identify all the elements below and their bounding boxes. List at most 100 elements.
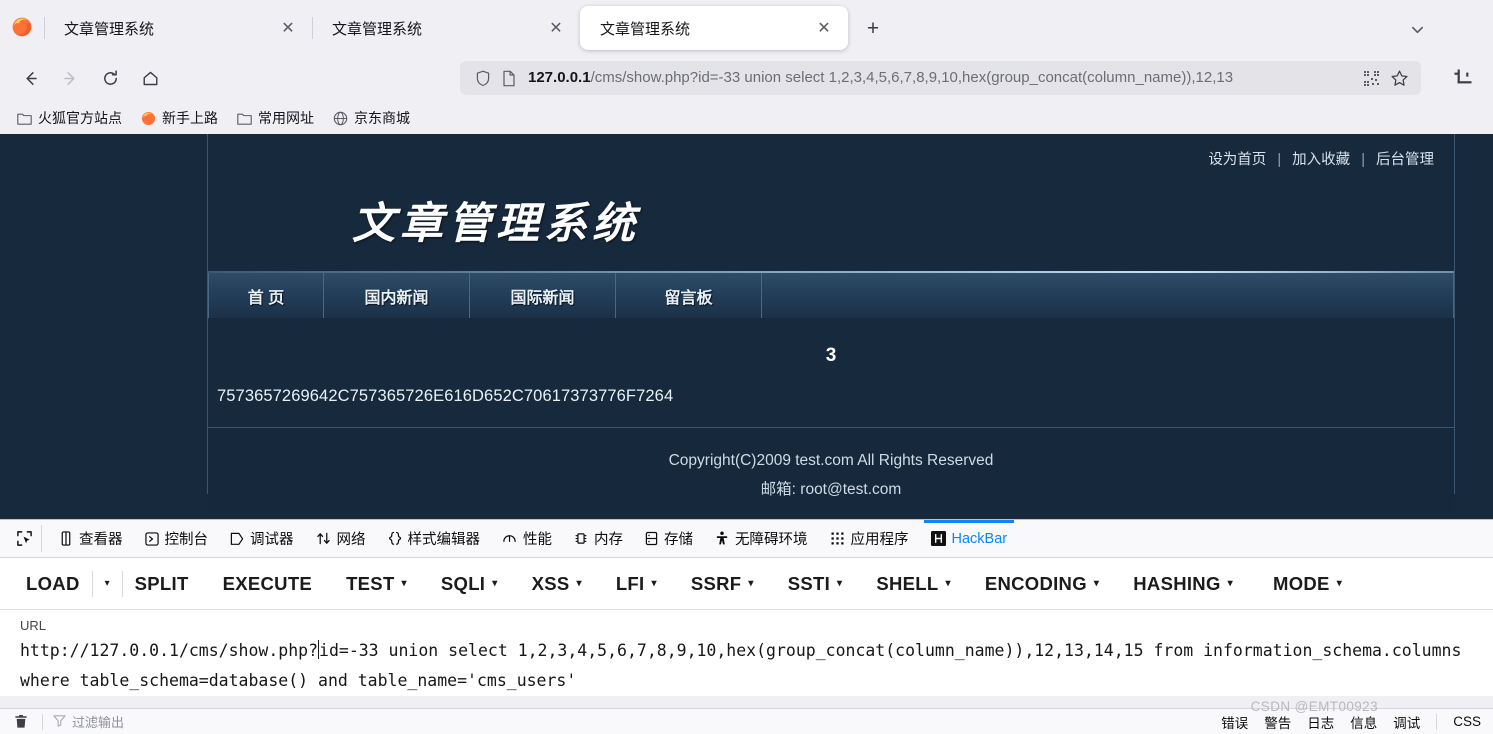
element-picker-icon[interactable]: [8, 525, 42, 552]
hackbar-split-button[interactable]: SPLIT: [135, 573, 189, 595]
style-editor-icon: [388, 531, 402, 546]
bookmark-label: 常用网址: [258, 110, 314, 126]
toolbar-divider: [121, 570, 123, 597]
injection-result-hex: 7573657269642C757365726E616D652C70617373…: [217, 387, 674, 405]
tab-title: 文章管理系统: [332, 20, 423, 38]
hackbar-shell-menu[interactable]: SHELL ▾: [876, 573, 950, 595]
menu-item-message-board[interactable]: 留言板: [616, 273, 762, 318]
bookmark-item[interactable]: 火狐官方站点: [8, 105, 130, 131]
devtools-panel: 查看器 控制台 调试器 网络 样式编辑器 性能 内存 存储 无障碍环境 应用程序…: [0, 519, 1493, 696]
devtools-tab-accessibility[interactable]: 无障碍环境: [704, 520, 819, 557]
url-bar[interactable]: 127.0.0.1/cms/show.php?id=-33 union sele…: [460, 61, 1421, 95]
hackbar-ssti-menu[interactable]: SSTI ▾: [788, 573, 843, 595]
url-field-label: URL: [20, 618, 47, 633]
hackbar-sqli-menu[interactable]: SQLI ▾: [441, 573, 498, 595]
reload-button[interactable]: [93, 61, 127, 95]
link-divider: |: [1277, 152, 1282, 168]
trash-icon[interactable]: [10, 714, 32, 729]
devtools-tab-console[interactable]: 控制台: [134, 520, 220, 557]
menu-item-international-news[interactable]: 国际新闻: [470, 273, 616, 318]
url-text[interactable]: 127.0.0.1/cms/show.php?id=-33 union sele…: [528, 61, 1357, 95]
storage-icon: [645, 531, 658, 546]
menu-item-domestic-news[interactable]: 国内新闻: [324, 273, 470, 318]
devtools-tab-bar: 查看器 控制台 调试器 网络 样式编辑器 性能 内存 存储 无障碍环境 应用程序…: [0, 520, 1493, 558]
devtools-tab-storage[interactable]: 存储: [634, 520, 704, 557]
chevron-down-icon: ▾: [1093, 578, 1100, 589]
firefox-icon: [140, 110, 156, 126]
chevron-down-icon: ▾: [945, 578, 951, 589]
console-filter-debug[interactable]: 调试: [1393, 712, 1420, 732]
tab-bar: 文章管理系统 ✕ 文章管理系统 ✕ 文章管理系统 ✕ +: [0, 0, 1493, 54]
set-homepage-link[interactable]: 设为首页: [1208, 152, 1266, 168]
shield-icon[interactable]: [472, 67, 494, 89]
browser-tab-active[interactable]: 文章管理系统 ✕: [580, 6, 848, 50]
hackbar-panel: LOAD ▾ SPLIT EXECUTE TEST ▾ SQLI ▾ XSS ▾: [0, 558, 1493, 696]
devtools-tab-label: 内存: [594, 532, 623, 548]
page-viewport: 设为首页 | 加入收藏 | 后台管理 文章管理系统 首 页 国内新闻 国际新闻 …: [0, 134, 1493, 519]
qr-code-icon[interactable]: [1357, 64, 1385, 92]
menu-item-home[interactable]: 首 页: [208, 273, 324, 318]
hackbar-icon: [930, 531, 946, 546]
devtools-tab-inspector[interactable]: 查看器: [48, 520, 134, 557]
devtools-tab-label: 无障碍环境: [735, 532, 808, 548]
bookmark-label: 火狐官方站点: [38, 110, 122, 126]
devtools-tab-hackbar[interactable]: HackBar: [920, 520, 1019, 557]
browser-tab[interactable]: 文章管理系统 ✕: [312, 6, 580, 50]
close-icon[interactable]: ✕: [810, 14, 838, 42]
tab-title: 文章管理系统: [600, 20, 691, 38]
devtools-tab-style-editor[interactable]: 样式编辑器: [377, 520, 492, 557]
console-filter-logs[interactable]: 日志: [1307, 712, 1334, 732]
hackbar-load-button[interactable]: LOAD: [26, 573, 80, 595]
toolbar-divider: [91, 570, 93, 597]
devtools-tab-label: 样式编辑器: [407, 532, 481, 548]
chevron-down-icon: ▾: [492, 578, 498, 589]
hackbar-ssrf-label: SSRF: [690, 572, 742, 594]
close-icon[interactable]: ✕: [274, 14, 302, 42]
url-text-before-caret: http://127.0.0.1/cms/show.php?: [20, 641, 319, 660]
home-button[interactable]: [133, 61, 167, 95]
hackbar-mode-label: MODE: [1273, 572, 1330, 594]
new-tab-button[interactable]: +: [856, 12, 890, 46]
add-favorite-link[interactable]: 加入收藏: [1292, 152, 1350, 168]
console-filter-input[interactable]: 过滤输出: [53, 712, 124, 731]
hackbar-test-menu[interactable]: TEST ▾: [346, 573, 407, 595]
console-filter-errors[interactable]: 错误: [1221, 712, 1248, 732]
page-document-icon[interactable]: [498, 67, 520, 89]
bookmark-item[interactable]: 新手上路: [132, 105, 226, 131]
chevron-down-icon: ▾: [837, 578, 843, 589]
hackbar-hashing-menu[interactable]: HASHING ▾: [1133, 573, 1233, 595]
bookmark-item[interactable]: 京东商城: [324, 105, 418, 131]
browser-tab[interactable]: 文章管理系统 ✕: [44, 6, 312, 50]
devtools-tab-network[interactable]: 网络: [305, 520, 377, 557]
separator: [1436, 713, 1438, 730]
back-button[interactable]: [13, 61, 47, 95]
hackbar-mode-menu[interactable]: MODE ▾: [1273, 573, 1342, 595]
link-divider: |: [1361, 152, 1365, 168]
hackbar-encoding-menu[interactable]: ENCODING ▾: [985, 573, 1099, 595]
chevron-down-icon[interactable]: [1403, 16, 1431, 42]
admin-backend-link[interactable]: 后台管理: [1376, 152, 1434, 168]
load-dropdown-caret-icon[interactable]: ▾: [105, 578, 110, 589]
console-filter-css[interactable]: CSS: [1453, 714, 1481, 729]
hackbar-xss-menu[interactable]: XSS ▾: [532, 573, 582, 595]
hackbar-sqli-label: SQLI: [440, 572, 486, 594]
bookmark-item[interactable]: 常用网址: [228, 105, 322, 131]
folder-icon: [236, 110, 252, 126]
crop-screenshot-icon[interactable]: [1446, 61, 1480, 95]
hackbar-url-input[interactable]: http://127.0.0.1/cms/show.php?id=-33 uni…: [0, 636, 1493, 696]
devtools-tab-debugger[interactable]: 调试器: [219, 520, 305, 557]
hackbar-lfi-menu[interactable]: LFI ▾: [616, 573, 657, 595]
hackbar-execute-button[interactable]: EXECUTE: [223, 573, 312, 595]
devtools-tab-memory[interactable]: 内存: [563, 520, 634, 557]
hackbar-encoding-label: ENCODING: [984, 572, 1087, 594]
hackbar-ssrf-menu[interactable]: SSRF ▾: [691, 573, 754, 595]
hackbar-lfi-label: LFI: [615, 572, 645, 594]
site-utility-links: 设为首页 | 加入收藏 | 后台管理: [208, 134, 1454, 169]
close-icon[interactable]: ✕: [542, 14, 570, 42]
console-filter-warnings[interactable]: 警告: [1264, 712, 1291, 732]
forward-button[interactable]: [53, 61, 87, 95]
star-bookmark-icon[interactable]: [1385, 64, 1413, 92]
console-filter-info[interactable]: 信息: [1350, 712, 1377, 732]
devtools-tab-application[interactable]: 应用程序: [819, 520, 920, 557]
devtools-tab-performance[interactable]: 性能: [491, 520, 563, 557]
